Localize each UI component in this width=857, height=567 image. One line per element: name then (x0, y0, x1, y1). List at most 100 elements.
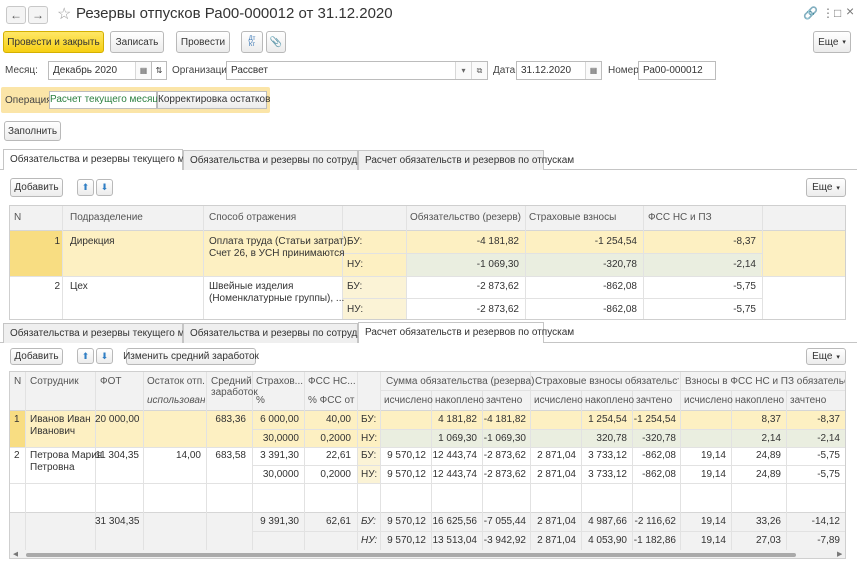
total-liability-calculated: 9 570,12 (387, 535, 426, 546)
col-calculated: исчислено (684, 395, 733, 406)
close-window-icon[interactable]: × (846, 3, 854, 19)
move-up-button[interactable]: ⬆ (77, 348, 94, 364)
tab-current-month[interactable]: Обязательства и резервы текущего месяца (3, 149, 212, 170)
number-field[interactable]: Ра00-000012 (638, 61, 716, 80)
total-insurance-accrued: 4 987,66 (588, 516, 627, 527)
forward-icon: → (32, 8, 44, 22)
insurance-amount: 6 000,00 (260, 414, 299, 425)
scroll-right-icon[interactable]: ▶ (837, 550, 842, 558)
tab-current-month[interactable]: Обязательства и резервы текущего месяца (3, 323, 212, 343)
liability-value: -4 181,82 (476, 236, 519, 247)
calendar-icon[interactable]: ▦ (585, 62, 601, 79)
tab-vacation-calc[interactable]: Расчет обязательств и резервов по отпуск… (358, 150, 574, 170)
total-insurance-accrued: 4 053,90 (588, 535, 627, 546)
fss-value: -8,37 (733, 236, 756, 247)
more-vertical-icon[interactable]: ⋮ (822, 6, 834, 20)
paperclip-icon: 📎 (269, 36, 283, 48)
favorite-star-icon[interactable]: ☆ (57, 4, 71, 24)
dtkt-button[interactable]: Дт Кт (241, 31, 263, 53)
month-stepper[interactable]: ⇅ (151, 61, 167, 80)
col-group-liability: Сумма обязательства (резерва) (386, 376, 535, 387)
attach-button[interactable]: 📎 (266, 31, 286, 53)
date-value: 31.12.2020 (521, 65, 572, 76)
grid2-row-separator (10, 447, 845, 448)
col-insurance-rate: Страхов... (256, 376, 303, 387)
stepper-icon: ⇅ (155, 66, 163, 75)
tab-by-employees[interactable]: Обязательства и резервы по сотрудникам (183, 150, 386, 170)
arrow-up-icon: ⬆ (81, 350, 90, 361)
insurance-offset: -320,78 (642, 433, 676, 444)
accounting-type: НУ: (361, 535, 378, 546)
scroll-left-icon[interactable]: ◀ (13, 550, 18, 558)
save-button[interactable]: Записать (110, 31, 164, 53)
post-and-close-button[interactable]: Провести и закрыть (3, 31, 104, 53)
liability-offset: -2 873,62 (483, 469, 526, 480)
back-button[interactable]: ← (6, 6, 26, 24)
grid2-more-button[interactable]: Еще ▾ (806, 348, 846, 365)
total-fss-calculated: 19,14 (700, 516, 726, 527)
grid1-row-separator (10, 276, 845, 277)
fill-button[interactable]: Заполнить (4, 121, 61, 141)
fot-value: 11 304,35 (95, 450, 139, 461)
liability-accrued: 12 443,74 (432, 469, 478, 480)
grid2-totals-line (10, 512, 845, 513)
link-icon[interactable]: 🔗 (803, 6, 818, 20)
method-cell-line1: Швейные изделия (209, 281, 294, 292)
move-up-button[interactable]: ⬆ (77, 179, 94, 196)
vacation-balance-value: 14,00 (175, 450, 201, 461)
row-number: 1 (14, 414, 20, 425)
calendar-icon[interactable]: ▦ (135, 62, 151, 79)
grid1-more-button[interactable]: Еще ▾ (806, 178, 846, 197)
organization-field[interactable]: Рассвет ▾ ⧉ (226, 61, 488, 80)
tab-vacation-calc[interactable]: Расчет обязательств и резервов по отпуск… (358, 322, 574, 343)
forward-button[interactable]: → (28, 6, 48, 24)
total-liability-calculated: 9 570,12 (387, 516, 426, 527)
open-icon[interactable]: ⧉ (471, 62, 487, 79)
liability-accrued: 1 069,30 (438, 433, 477, 444)
grid2-add-button[interactable]: Добавить (10, 348, 63, 365)
accounting-type: БУ: (361, 516, 376, 527)
liability-value: -2 873,62 (476, 304, 519, 315)
more-button[interactable]: Еще ▾ (813, 31, 851, 53)
liability-value: -1 069,30 (476, 259, 519, 270)
col-liability: Обязательство (резерв) (410, 212, 521, 223)
post-button[interactable]: Провести (176, 31, 230, 53)
col-department: Подразделение (70, 212, 143, 223)
move-down-button[interactable]: ⬇ (96, 179, 113, 196)
insurance-accrued: 1 254,54 (588, 414, 627, 425)
month-field[interactable]: Декабрь 2020 ▦ (48, 61, 152, 80)
total-insurance-offset: -1 182,86 (633, 535, 676, 546)
change-average-earnings-button[interactable]: Изменить средний заработок (123, 348, 259, 365)
insurance-accrued: 3 733,12 (588, 450, 627, 461)
operation-current-month[interactable]: Расчет текущего месяца (49, 91, 164, 109)
accounting-type: БУ: (347, 236, 363, 247)
insurance-value: -320,78 (603, 259, 637, 270)
tab-by-employees[interactable]: Обязательства и резервы по сотрудникам (183, 323, 386, 343)
caret-down-icon: ▾ (836, 353, 840, 361)
insurance-rate: 30,0000 (262, 433, 299, 444)
grid2-col-sep (25, 372, 26, 550)
col-n: N (14, 212, 22, 223)
total-insurance-calculated: 2 871,04 (537, 516, 576, 527)
dropdown-icon[interactable]: ▾ (455, 62, 471, 79)
col-insurance-rate-sub: % (256, 395, 265, 406)
operation-correction[interactable]: Корректировка остатков (157, 91, 270, 109)
accounting-type: БУ: (361, 450, 377, 461)
grid1-add-button[interactable]: Добавить (10, 178, 63, 197)
col-offset: зачтено (790, 395, 827, 406)
fss-offset: -5,75 (817, 469, 840, 480)
fss-value: -2,14 (733, 259, 756, 270)
col-offset: зачтено (486, 395, 523, 406)
scrollbar-thumb[interactable] (26, 553, 796, 557)
fss-accrued: 2,14 (761, 433, 781, 444)
date-field[interactable]: 31.12.2020 ▦ (516, 61, 602, 80)
restore-window-icon[interactable]: □ (834, 6, 841, 20)
move-down-button[interactable]: ⬇ (96, 348, 113, 364)
liability-offset: -4 181,82 (483, 414, 526, 425)
insurance-offset: -1 254,54 (633, 414, 676, 425)
avg-earnings-value: 683,36 (215, 414, 246, 425)
accounting-type: БУ: (347, 281, 363, 292)
fss-rate: 0,2000 (320, 433, 351, 444)
insurance-calculated: 2 871,04 (537, 450, 576, 461)
fss-amount: 22,61 (325, 450, 351, 461)
